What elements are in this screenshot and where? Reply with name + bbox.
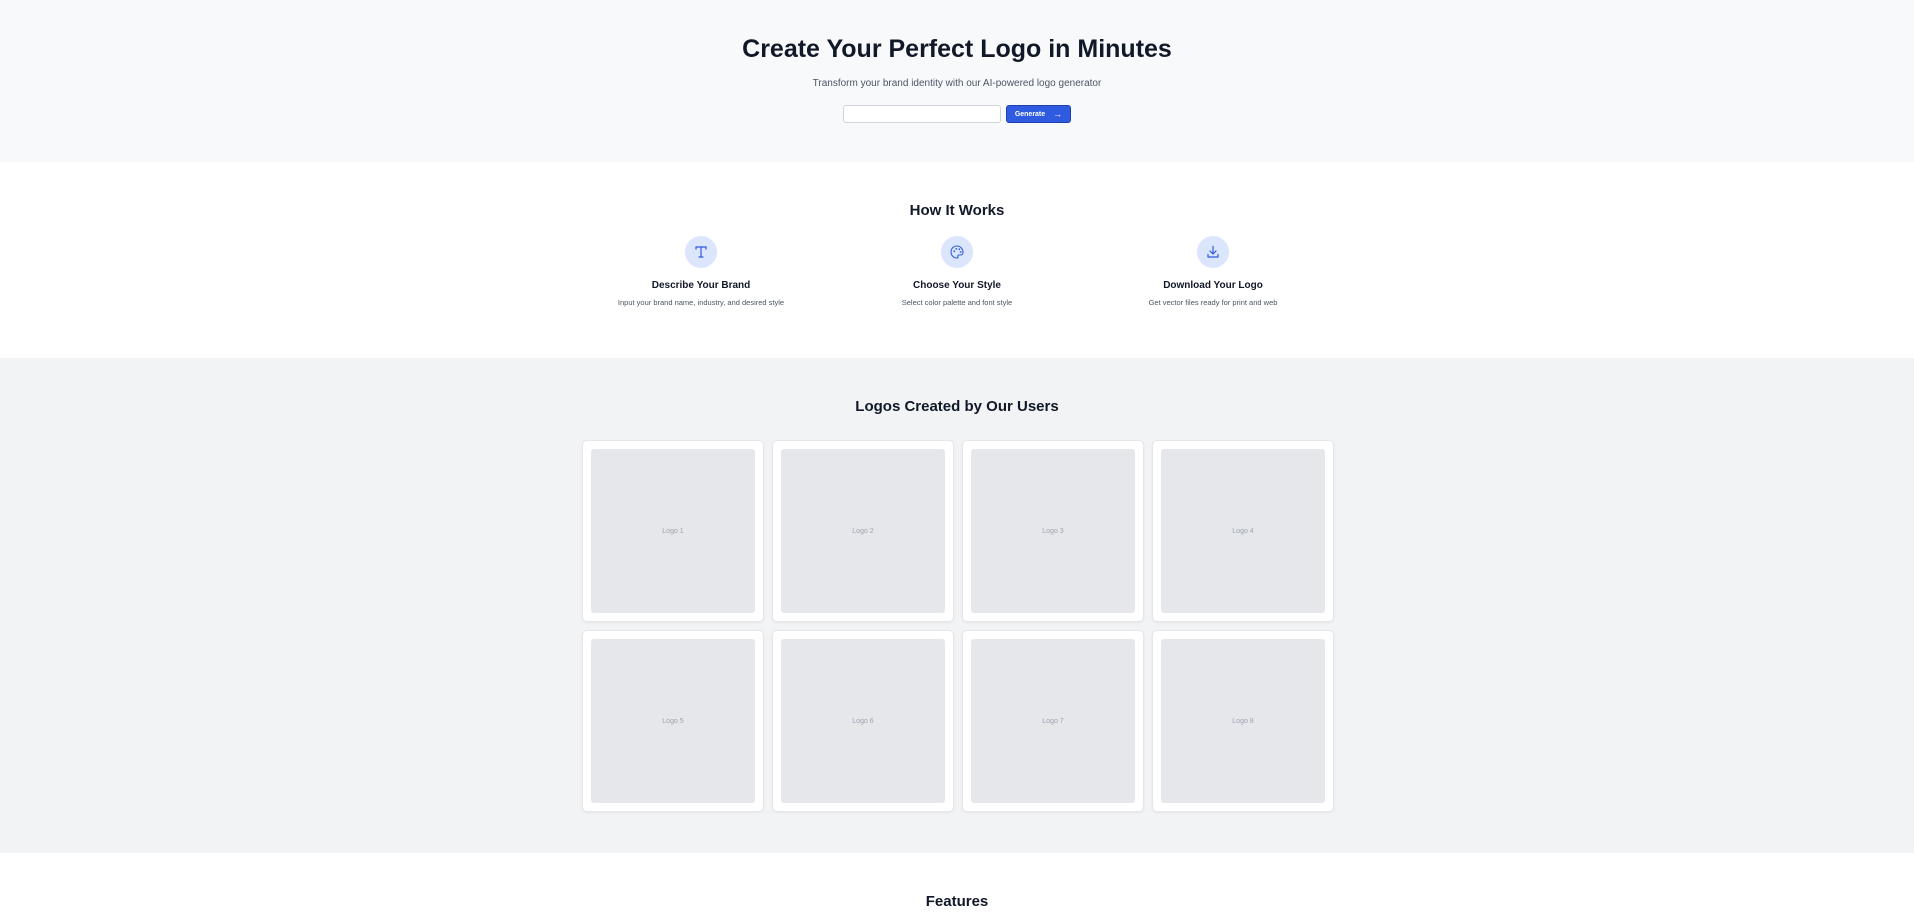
brand-input[interactable]	[842, 105, 1001, 123]
steps-list: Describe Your Brand Input your brand nam…	[0, 236, 1914, 307]
logo-card[interactable]: Logo 2	[772, 440, 954, 622]
logo-card[interactable]: Logo 4	[1152, 440, 1334, 622]
logo-placeholder: Logo 4	[1161, 449, 1325, 613]
logo-card[interactable]: Logo 8	[1152, 630, 1334, 812]
hero-subtitle: Transform your brand identity with our A…	[812, 78, 1102, 89]
logo-placeholder: Logo 3	[971, 449, 1135, 613]
logo-placeholder: Logo 5	[591, 639, 755, 803]
features-section: Features	[0, 853, 1914, 924]
how-it-works-title: How It Works	[909, 202, 1005, 219]
generate-button-label: Generate	[1014, 110, 1046, 118]
logo-placeholder: Logo 2	[781, 449, 945, 613]
step-description: Get vector files ready for print and web	[1148, 298, 1278, 307]
how-it-works-section: How It Works Describe Your Brand Input y…	[0, 162, 1914, 358]
logo-card[interactable]: Logo 3	[962, 440, 1144, 622]
hero-section: Create Your Perfect Logo in Minutes Tran…	[0, 0, 1914, 162]
step-description: Select color palette and font style	[901, 298, 1013, 307]
step-description: Input your brand name, industry, and des…	[617, 298, 785, 307]
logo-grid: Logo 1 Logo 2 Logo 3 Logo 4 Logo 5 Logo …	[2, 440, 1914, 812]
logo-placeholder: Logo 8	[1161, 639, 1325, 803]
palette-icon	[941, 236, 973, 268]
step-describe-brand: Describe Your Brand Input your brand nam…	[573, 236, 829, 307]
type-icon	[685, 236, 717, 268]
logo-card[interactable]: Logo 6	[772, 630, 954, 812]
download-icon	[1197, 236, 1229, 268]
hero-title: Create Your Perfect Logo in Minutes	[742, 35, 1172, 63]
arrow-right-icon: →	[1053, 109, 1063, 119]
logo-card[interactable]: Logo 1	[582, 440, 764, 622]
logo-placeholder: Logo 6	[781, 639, 945, 803]
logo-placeholder: Logo 1	[591, 449, 755, 613]
logo-card[interactable]: Logo 5	[582, 630, 764, 812]
step-title: Describe Your Brand	[651, 280, 751, 291]
logo-card[interactable]: Logo 7	[962, 630, 1144, 812]
features-title: Features	[925, 893, 989, 910]
gallery-title: Logos Created by Our Users	[855, 398, 1059, 415]
step-title: Choose Your Style	[913, 280, 1001, 291]
logo-placeholder: Logo 7	[971, 639, 1135, 803]
generate-form: Generate →	[0, 105, 1914, 123]
step-choose-style: Choose Your Style Select color palette a…	[829, 236, 1085, 307]
generate-button[interactable]: Generate →	[1005, 105, 1072, 123]
gallery-section: Logos Created by Our Users Logo 1 Logo 2…	[0, 358, 1914, 853]
step-download-logo: Download Your Logo Get vector files read…	[1085, 236, 1341, 307]
step-title: Download Your Logo	[1163, 280, 1263, 291]
